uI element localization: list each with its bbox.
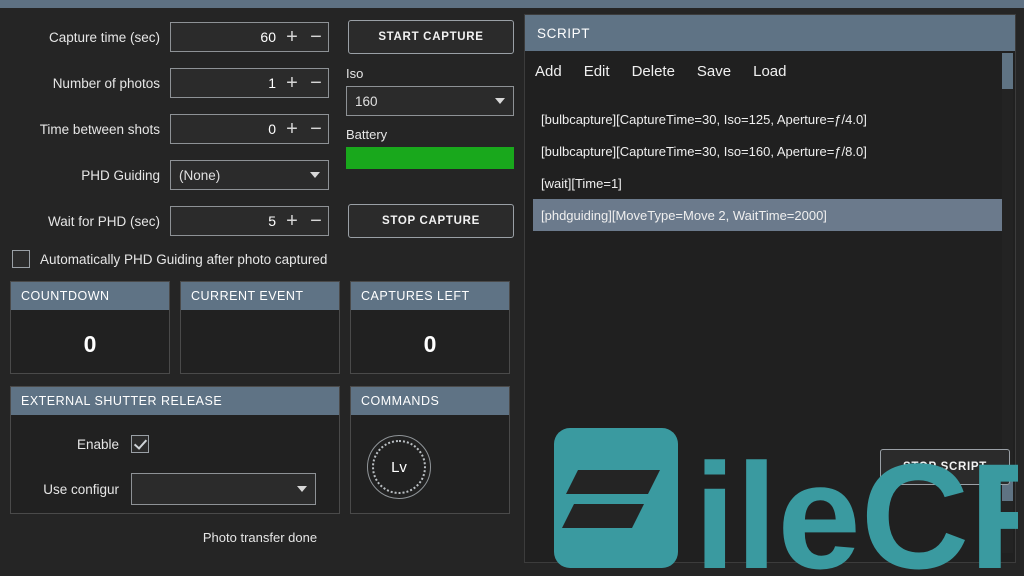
spinner-number-of-photos[interactable]: 1 + − bbox=[170, 68, 329, 98]
row-enable-shutter: Enable bbox=[11, 435, 339, 453]
panel-title-countdown: COUNTDOWN bbox=[11, 282, 169, 310]
field-row-phd-guiding: PHD Guiding (None) bbox=[0, 159, 345, 191]
script-pane: SCRIPT Add Edit Delete Save Load [bulbca… bbox=[524, 14, 1016, 563]
value-iso: 160 bbox=[355, 93, 378, 109]
spinner-wait-for-phd[interactable]: 5 + − bbox=[170, 206, 329, 236]
label-number-of-photos: Number of photos bbox=[52, 75, 160, 91]
scrollbar-thumb-top[interactable] bbox=[1002, 53, 1013, 89]
minus-icon-number-of-photos[interactable]: − bbox=[304, 73, 328, 93]
status-message: Photo transfer done bbox=[202, 530, 318, 545]
dropdown-phd-guiding[interactable]: (None) bbox=[170, 160, 329, 190]
checkbox-row-auto-phd[interactable]: Automatically PHD Guiding after photo ca… bbox=[12, 250, 327, 268]
script-edit-button[interactable]: Edit bbox=[584, 63, 610, 80]
panel-title-external-shutter: EXTERNAL SHUTTER RELEASE bbox=[11, 387, 339, 415]
panel-body-countdown: 0 bbox=[11, 310, 169, 373]
label-battery: Battery bbox=[346, 127, 388, 142]
plus-icon-time-between-shots[interactable]: + bbox=[280, 119, 304, 139]
plus-icon-capture-time[interactable]: + bbox=[280, 27, 304, 47]
chevron-down-icon-phd-guiding bbox=[310, 172, 320, 178]
panel-body-current-event bbox=[181, 310, 339, 373]
script-delete-button[interactable]: Delete bbox=[632, 63, 675, 80]
row-use-configuration: Use configur bbox=[11, 473, 339, 505]
label-enable-shutter: Enable bbox=[76, 436, 119, 452]
field-row-number-of-photos: Number of photos 1 + − bbox=[0, 67, 345, 99]
minus-icon-capture-time[interactable]: − bbox=[304, 27, 328, 47]
label-wait-for-phd: Wait for PHD (sec) bbox=[47, 213, 160, 229]
checkbox-enable-shutter[interactable] bbox=[131, 435, 149, 453]
value-captures-left: 0 bbox=[423, 331, 437, 357]
field-row-capture-time: Capture time (sec) 60 + − bbox=[0, 21, 345, 53]
panel-current-event: CURRENT EVENT bbox=[180, 281, 340, 374]
chevron-down-icon-iso bbox=[495, 98, 505, 104]
script-line-item-selected[interactable]: [phdguiding][MoveType=Move 2, WaitTime=2… bbox=[533, 199, 1007, 231]
panel-body-external-shutter: Enable Use configur bbox=[11, 415, 339, 513]
panel-title-commands: COMMANDS bbox=[351, 387, 509, 415]
plus-icon-number-of-photos[interactable]: + bbox=[280, 73, 304, 93]
application-window: Capture time (sec) 60 + − Number of phot… bbox=[0, 0, 1024, 576]
value-number-of-photos: 1 bbox=[268, 75, 276, 91]
dropdown-use-configuration[interactable] bbox=[131, 473, 316, 505]
battery-level-bar bbox=[346, 147, 514, 169]
panel-commands: COMMANDS Lv bbox=[350, 386, 510, 514]
start-capture-button[interactable]: START CAPTURE bbox=[348, 20, 514, 54]
label-auto-phd: Automatically PHD Guiding after photo ca… bbox=[40, 251, 328, 267]
checkbox-auto-phd[interactable] bbox=[12, 250, 30, 268]
script-line-list[interactable]: [bulbcapture][CaptureTime=30, Iso=125, A… bbox=[533, 103, 1007, 433]
panel-body-commands: Lv bbox=[351, 415, 509, 513]
live-view-label: Lv bbox=[391, 458, 407, 476]
value-time-between-shots: 0 bbox=[268, 121, 276, 137]
label-capture-time: Capture time (sec) bbox=[48, 29, 160, 45]
left-pane: Capture time (sec) 60 + − Number of phot… bbox=[0, 8, 521, 576]
spinner-time-between-shots[interactable]: 0 + − bbox=[170, 114, 329, 144]
script-save-button[interactable]: Save bbox=[697, 63, 731, 80]
dropdown-iso[interactable]: 160 bbox=[346, 86, 514, 116]
panel-body-captures-left: 0 bbox=[351, 310, 509, 373]
value-capture-time: 60 bbox=[260, 29, 276, 45]
label-use-configuration: Use configur bbox=[43, 481, 119, 497]
panel-countdown: COUNTDOWN 0 bbox=[10, 281, 170, 374]
minus-icon-wait-for-phd[interactable]: − bbox=[304, 211, 328, 231]
live-view-ring-icon: Lv bbox=[372, 440, 426, 494]
chevron-down-icon-use-configuration bbox=[297, 486, 307, 492]
value-wait-for-phd: 5 bbox=[268, 213, 276, 229]
value-phd-guiding: (None) bbox=[179, 167, 221, 183]
panel-title-captures-left: CAPTURES LEFT bbox=[351, 282, 509, 310]
script-load-button[interactable]: Load bbox=[753, 63, 786, 80]
script-toolbar: Add Edit Delete Save Load bbox=[535, 63, 787, 80]
field-row-time-between-shots: Time between shots 0 + − bbox=[0, 113, 345, 145]
script-add-button[interactable]: Add bbox=[535, 63, 562, 80]
field-row-wait-for-phd: Wait for PHD (sec) 5 + − bbox=[0, 205, 345, 237]
live-view-button[interactable]: Lv bbox=[367, 435, 431, 499]
script-line-item[interactable]: [wait][Time=1] bbox=[533, 167, 1007, 199]
panel-external-shutter-release: EXTERNAL SHUTTER RELEASE Enable Use conf… bbox=[10, 386, 340, 514]
panel-captures-left: CAPTURES LEFT 0 bbox=[350, 281, 510, 374]
plus-icon-wait-for-phd[interactable]: + bbox=[280, 211, 304, 231]
script-line-item[interactable]: [bulbcapture][CaptureTime=30, Iso=125, A… bbox=[533, 103, 1007, 135]
label-time-between-shots: Time between shots bbox=[39, 121, 160, 137]
script-panel-title: SCRIPT bbox=[525, 15, 1015, 51]
label-iso: Iso bbox=[346, 66, 364, 81]
panel-title-current-event: CURRENT EVENT bbox=[181, 282, 339, 310]
stop-script-button[interactable]: STOP SCRIPT bbox=[880, 449, 1010, 485]
minus-icon-time-between-shots[interactable]: − bbox=[304, 119, 328, 139]
stop-capture-button[interactable]: STOP CAPTURE bbox=[348, 204, 514, 238]
value-countdown: 0 bbox=[83, 331, 97, 357]
script-line-item[interactable]: [bulbcapture][CaptureTime=30, Iso=160, A… bbox=[533, 135, 1007, 167]
title-strip bbox=[0, 0, 1024, 8]
spinner-capture-time[interactable]: 60 + − bbox=[170, 22, 329, 52]
label-phd-guiding: PHD Guiding bbox=[81, 167, 160, 183]
